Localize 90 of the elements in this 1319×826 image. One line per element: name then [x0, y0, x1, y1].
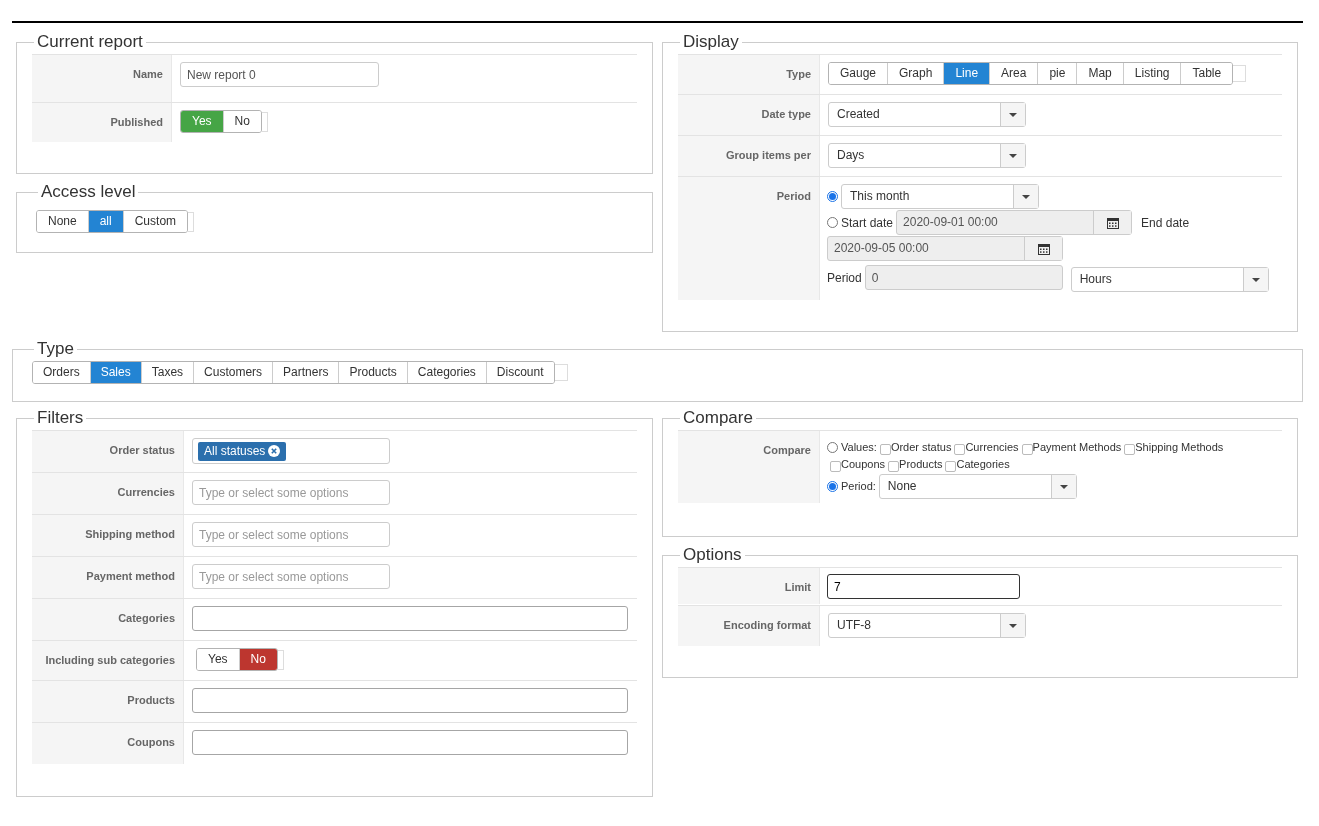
radio-label: Start date [841, 214, 894, 232]
field-label: Order status [109, 444, 175, 456]
select-field[interactable]: Created [828, 102, 1026, 127]
radio-button[interactable] [827, 481, 838, 492]
section-title: Display [682, 32, 740, 52]
toggle-option[interactable]: all [87, 211, 123, 232]
toggle-option[interactable]: No [222, 111, 261, 132]
input-field[interactable]: 0 [864, 265, 1063, 290]
date-field[interactable]: 2020-09-01 00:00 [896, 210, 1133, 235]
caret-icon [1009, 623, 1017, 628]
tab[interactable]: Discount [485, 362, 554, 383]
field-label: Compare [763, 444, 811, 456]
checkbox-label: Order status [890, 440, 952, 455]
blank-box [554, 364, 568, 381]
input-field[interactable]: Type or select some options [192, 564, 390, 589]
caret-icon [1251, 277, 1260, 282]
checkbox[interactable] [1021, 443, 1033, 455]
checkbox-label: Coupons [841, 457, 886, 472]
blank-box [1233, 65, 1247, 82]
field-label: Group items per [726, 149, 811, 161]
input-field[interactable]: New report 0 [180, 62, 379, 87]
input-field[interactable]: 7 [827, 574, 1020, 599]
tab[interactable]: Line [943, 63, 990, 84]
blank-box [188, 211, 195, 232]
field-label: Limit [784, 581, 811, 593]
select-field[interactable]: Hours [1070, 267, 1269, 292]
field-label: Categories [118, 612, 175, 624]
toggle-option[interactable]: Custom [122, 211, 188, 232]
checkbox-label: Products [899, 457, 943, 472]
checkbox[interactable] [830, 460, 841, 472]
caret-icon [1009, 112, 1017, 117]
section-title: Type [36, 339, 75, 359]
input-field[interactable] [192, 688, 628, 713]
radio-label: Values: [841, 440, 877, 455]
radio-button[interactable] [827, 191, 838, 202]
section-title: Options [682, 545, 743, 565]
caret-icon [1022, 194, 1030, 199]
checkbox-label: Payment Methods [1032, 440, 1122, 455]
field-label: Products [127, 694, 175, 706]
radio-label: Period: [841, 479, 876, 495]
section-title: Filters [36, 408, 85, 428]
checkbox[interactable] [1124, 443, 1136, 455]
field-label: Name [133, 68, 163, 80]
field-label: Encoding format [723, 619, 811, 631]
select-field[interactable]: Days [828, 143, 1026, 168]
blank-box [277, 649, 284, 670]
checkbox[interactable] [945, 460, 957, 472]
checkbox-label: Categories [956, 457, 1010, 472]
checkbox-label: Currencies [965, 440, 1019, 455]
tab[interactable]: Table [1180, 63, 1233, 84]
field-label: Date type [761, 108, 811, 120]
toggle-option[interactable]: No [238, 649, 277, 670]
field-label: Period [827, 269, 862, 287]
caret-icon [1059, 484, 1068, 489]
checkbox-label: Shipping Methods [1135, 440, 1224, 455]
checkbox[interactable] [879, 443, 891, 455]
tag: All statuses [198, 441, 287, 461]
field-label: Type [786, 68, 811, 80]
input-field[interactable] [192, 730, 628, 755]
input-field[interactable] [192, 606, 628, 631]
radio-button[interactable] [827, 442, 838, 453]
input-field[interactable]: Type or select some options [192, 522, 390, 547]
section-title: Access level [40, 182, 137, 202]
field-label: Coupons [127, 736, 175, 748]
select-field[interactable]: UTF-8 [828, 613, 1026, 638]
calendar-button[interactable] [1093, 211, 1132, 234]
field-label: Currencies [117, 486, 175, 498]
section-title: Compare [682, 408, 754, 428]
calendar-icon [1037, 242, 1050, 255]
remove-icon[interactable] [268, 445, 281, 457]
checkbox[interactable] [954, 443, 966, 455]
select-field[interactable]: None [878, 474, 1077, 499]
field-label: End date [1141, 214, 1190, 232]
tab[interactable]: Sales [89, 362, 141, 383]
field-label: Payment method [86, 570, 175, 582]
select-field[interactable]: This month [841, 184, 1039, 209]
calendar-button[interactable] [1024, 237, 1062, 260]
input-field[interactable]: Type or select some options [192, 480, 390, 505]
caret-icon [1009, 153, 1017, 158]
field-label: Period [776, 190, 811, 202]
radio-button[interactable] [827, 217, 838, 228]
blank-box [261, 111, 268, 132]
calendar-icon [1106, 216, 1119, 229]
date-field[interactable]: 2020-09-05 00:00 [827, 236, 1063, 261]
field-label: Published [110, 116, 163, 128]
section-title: Current report [36, 32, 144, 52]
checkbox[interactable] [888, 460, 900, 472]
tag-field[interactable]: All statuses [192, 438, 390, 464]
field-label: Including sub categories [45, 654, 175, 666]
field-label: Shipping method [85, 528, 175, 540]
